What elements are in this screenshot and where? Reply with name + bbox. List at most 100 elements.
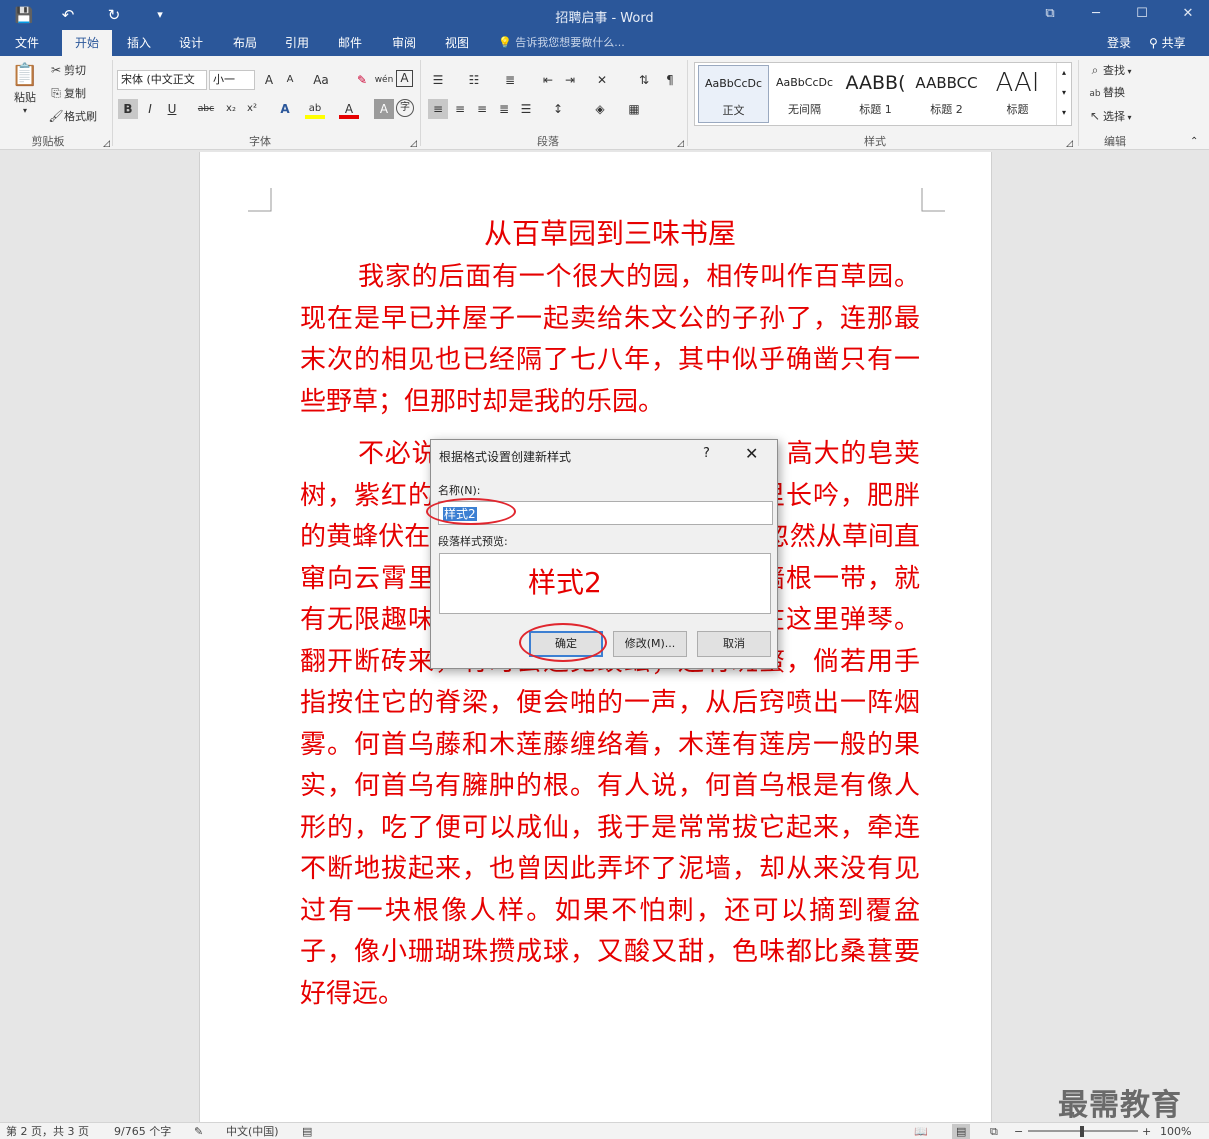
status-bar: 第 2 页，共 3 页 9/765 个字 ✎ 中文(中国) ▤ 📖 ▤ ⧉ − … [0, 1122, 1209, 1139]
grow-font-button[interactable]: A [259, 70, 279, 90]
tab-design[interactable]: 设计 [168, 30, 214, 56]
name-label: 名称(N): [438, 484, 481, 497]
clipboard-launcher-icon[interactable]: ◿ [103, 136, 110, 152]
align-left-icon[interactable]: ≡ [428, 99, 448, 119]
bullets-icon[interactable]: ☰ [428, 70, 448, 90]
tab-review[interactable]: 审阅 [381, 30, 427, 56]
tab-references[interactable]: 引用 [274, 30, 320, 56]
close-icon[interactable]: ✕ [745, 444, 758, 463]
phonetic-guide-button[interactable]: wén [374, 70, 394, 90]
tab-insert[interactable]: 插入 [116, 30, 162, 56]
text-effects-button[interactable]: A [275, 99, 295, 119]
styles-scroll[interactable]: ▴ ▾ ▾ [1056, 63, 1071, 125]
close-button[interactable]: ✕ [1176, 4, 1200, 24]
tell-me-search[interactable]: 💡 告诉我您想要做什么... [498, 30, 625, 56]
increase-indent-icon[interactable]: ⇥ [560, 70, 580, 90]
chinese-layout-icon[interactable]: ✕ [592, 70, 612, 90]
style-title[interactable]: AAI 标题 [982, 65, 1053, 123]
style-heading-2[interactable]: AABBCC 标题 2 [911, 65, 982, 123]
font-launcher-icon[interactable]: ◿ [410, 136, 417, 152]
read-mode-icon[interactable]: 📖 [914, 1124, 928, 1139]
zoom-slider-thumb[interactable] [1080, 1126, 1084, 1137]
find-button[interactable]: ⌕ 查找 ▾ [1087, 62, 1132, 80]
italic-button[interactable]: I [140, 99, 160, 119]
strikethrough-button[interactable]: abc [196, 99, 216, 119]
borders-icon[interactable]: ▦ [624, 99, 644, 119]
format-painter-button[interactable]: 🖌格式刷 [48, 108, 97, 125]
replace-button[interactable]: ab 替换 [1087, 85, 1125, 102]
page-count[interactable]: 第 2 页，共 3 页 [6, 1124, 89, 1139]
minimize-button[interactable]: ─ [1084, 4, 1108, 24]
style-name: 正文 [722, 104, 745, 117]
superscript-button[interactable]: x² [242, 99, 262, 119]
scissors-icon: ✂ [50, 63, 62, 77]
cut-button[interactable]: ✂ 剪切 [48, 62, 86, 79]
macro-icon[interactable]: ▤ [302, 1124, 312, 1139]
modify-button[interactable]: 修改(M)... [613, 631, 687, 657]
print-layout-icon[interactable]: ▤ [952, 1124, 971, 1139]
bold-button[interactable]: B [118, 99, 138, 119]
style-no-spacing[interactable]: AaBbCcDc 无间隔 [769, 65, 840, 123]
shading-icon[interactable]: ◈ [590, 99, 610, 119]
help-icon[interactable]: ? [703, 446, 710, 461]
tab-layout[interactable]: 布局 [222, 30, 268, 56]
clipboard-group-label: 剪贴板 [31, 135, 65, 148]
align-center-icon[interactable]: ≡ [450, 99, 470, 119]
collapse-ribbon-icon[interactable]: ⌃ [1190, 134, 1198, 150]
proofing-icon[interactable]: ✎ [194, 1124, 203, 1139]
document-title[interactable]: 从百草园到三味书屋 [300, 216, 920, 252]
cancel-button[interactable]: 取消 [697, 631, 771, 657]
style-name: 标题 2 [930, 103, 963, 116]
multilevel-list-icon[interactable]: ≣ [500, 70, 520, 90]
character-border-button[interactable]: A [396, 70, 413, 87]
zoom-in-icon[interactable]: + [1142, 1124, 1151, 1139]
decrease-indent-icon[interactable]: ⇤ [538, 70, 558, 90]
language[interactable]: 中文(中国) [226, 1124, 279, 1139]
clear-formatting-button[interactable]: ✎ [352, 70, 372, 90]
ribbon-display-options-icon[interactable]: ⧉ [1038, 4, 1062, 24]
align-right-icon[interactable]: ≡ [472, 99, 492, 119]
justify-icon[interactable]: ≣ [494, 99, 514, 119]
font-group-label: 字体 [249, 135, 271, 148]
sort-icon[interactable]: ⇅ [634, 70, 654, 90]
style-name: 标题 [1006, 103, 1029, 116]
style-normal[interactable]: AaBbCcDc 正文 [698, 65, 769, 123]
style-heading-1[interactable]: AABB( 标题 1 [840, 65, 911, 123]
paragraph-launcher-icon[interactable]: ◿ [677, 136, 684, 152]
show-marks-icon[interactable]: ¶ [660, 70, 680, 90]
tab-file[interactable]: 文件 [4, 30, 50, 56]
web-layout-icon[interactable]: ⧉ [990, 1124, 998, 1139]
distributed-icon[interactable]: ☰ [516, 99, 536, 119]
ok-button[interactable]: 确定 [529, 631, 603, 657]
subscript-button[interactable]: x₂ [221, 99, 241, 119]
word-count[interactable]: 9/765 个字 [114, 1124, 171, 1139]
tab-mailings[interactable]: 邮件 [327, 30, 373, 56]
paste-button[interactable]: 📋 粘贴 ▾ [10, 62, 40, 116]
shrink-font-button[interactable]: A [280, 70, 300, 90]
character-shading-button[interactable]: A [374, 99, 394, 119]
copy-button[interactable]: ⎘ 复制 [48, 85, 86, 102]
font-name-combo[interactable]: 宋体 (中文正文 [117, 70, 207, 90]
underline-button[interactable]: U [162, 99, 182, 119]
tab-home[interactable]: 开始 [62, 30, 112, 56]
style-name-input[interactable]: 样式2 [438, 501, 773, 525]
tab-view[interactable]: 视图 [434, 30, 480, 56]
change-case-button[interactable]: Aa [311, 70, 331, 90]
select-button[interactable]: ↖ 选择 ▾ [1087, 108, 1132, 126]
styles-launcher-icon[interactable]: ◿ [1066, 136, 1073, 152]
copy-label: 复制 [64, 87, 86, 100]
document-paragraph-1[interactable]: 我家的后面有一个很大的园，相传叫作百草园。现在是早已并屋子一起卖给朱文公的子孙了… [300, 257, 920, 423]
zoom-level[interactable]: 100% [1160, 1124, 1191, 1139]
share-button[interactable]: ⚲ 共享 [1149, 30, 1186, 56]
group-separator [420, 60, 421, 146]
font-color-button[interactable]: A [339, 99, 359, 119]
line-spacing-icon[interactable]: ↕ [548, 99, 568, 119]
font-size-combo[interactable]: 小一 [209, 70, 255, 90]
zoom-out-icon[interactable]: − [1014, 1124, 1023, 1139]
enclose-characters-button[interactable]: 字 [396, 99, 414, 117]
numbering-icon[interactable]: ☷ [464, 70, 484, 90]
sign-in-link[interactable]: 登录 [1107, 30, 1131, 56]
maximize-button[interactable]: ☐ [1130, 4, 1154, 24]
clipboard-icon: 📋 [11, 63, 39, 88]
highlight-button[interactable]: ab [305, 99, 325, 119]
